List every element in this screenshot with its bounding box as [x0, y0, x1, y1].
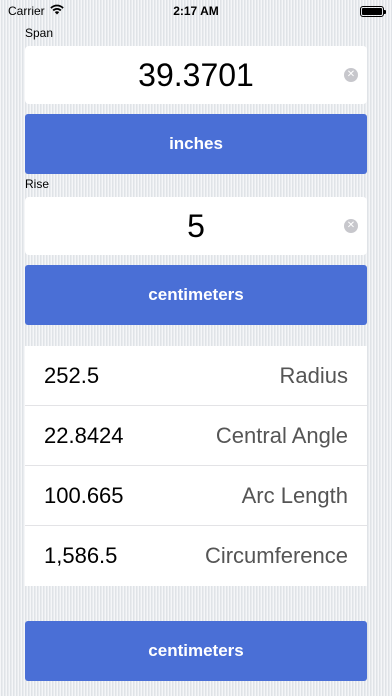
- status-left: Carrier: [8, 4, 64, 18]
- clear-icon[interactable]: ✕: [344, 68, 358, 82]
- result-name: Radius: [279, 362, 348, 388]
- result-value: 1,586.5: [44, 543, 118, 568]
- status-bar: Carrier 2:17 AM: [0, 0, 392, 22]
- result-name: Circumference: [204, 543, 348, 568]
- result-row-arc-length: 100.665 Arc Length: [25, 466, 367, 526]
- span-label: Span: [25, 26, 54, 40]
- output-unit-button[interactable]: centimeters: [25, 621, 367, 681]
- carrier-label: Carrier: [8, 4, 45, 18]
- result-value: 22.8424: [44, 422, 124, 448]
- results-table: 252.5 Radius 22.8424 Central Angle 100.6…: [25, 346, 367, 586]
- rise-unit-button[interactable]: centimeters: [25, 265, 367, 325]
- result-row-circumference: 1,586.5 Circumference: [25, 526, 367, 586]
- clear-icon[interactable]: ✕: [344, 219, 358, 233]
- span-input[interactable]: 39.3701 ✕: [25, 46, 367, 104]
- wifi-icon: [49, 4, 64, 18]
- span-unit-button[interactable]: inches: [25, 114, 367, 174]
- result-value: 252.5: [44, 362, 100, 388]
- rise-value[interactable]: 5: [187, 208, 205, 245]
- result-name: Arc Length: [241, 482, 348, 508]
- battery-icon: [360, 5, 386, 17]
- result-name: Central Angle: [215, 422, 348, 448]
- rise-label: Rise: [25, 177, 50, 191]
- result-value: 100.665: [44, 482, 124, 508]
- result-row-radius: 252.5 Radius: [25, 346, 367, 406]
- span-value[interactable]: 39.3701: [138, 57, 254, 94]
- rise-input[interactable]: 5 ✕: [25, 197, 367, 255]
- result-row-central-angle: 22.8424 Central Angle: [25, 406, 367, 466]
